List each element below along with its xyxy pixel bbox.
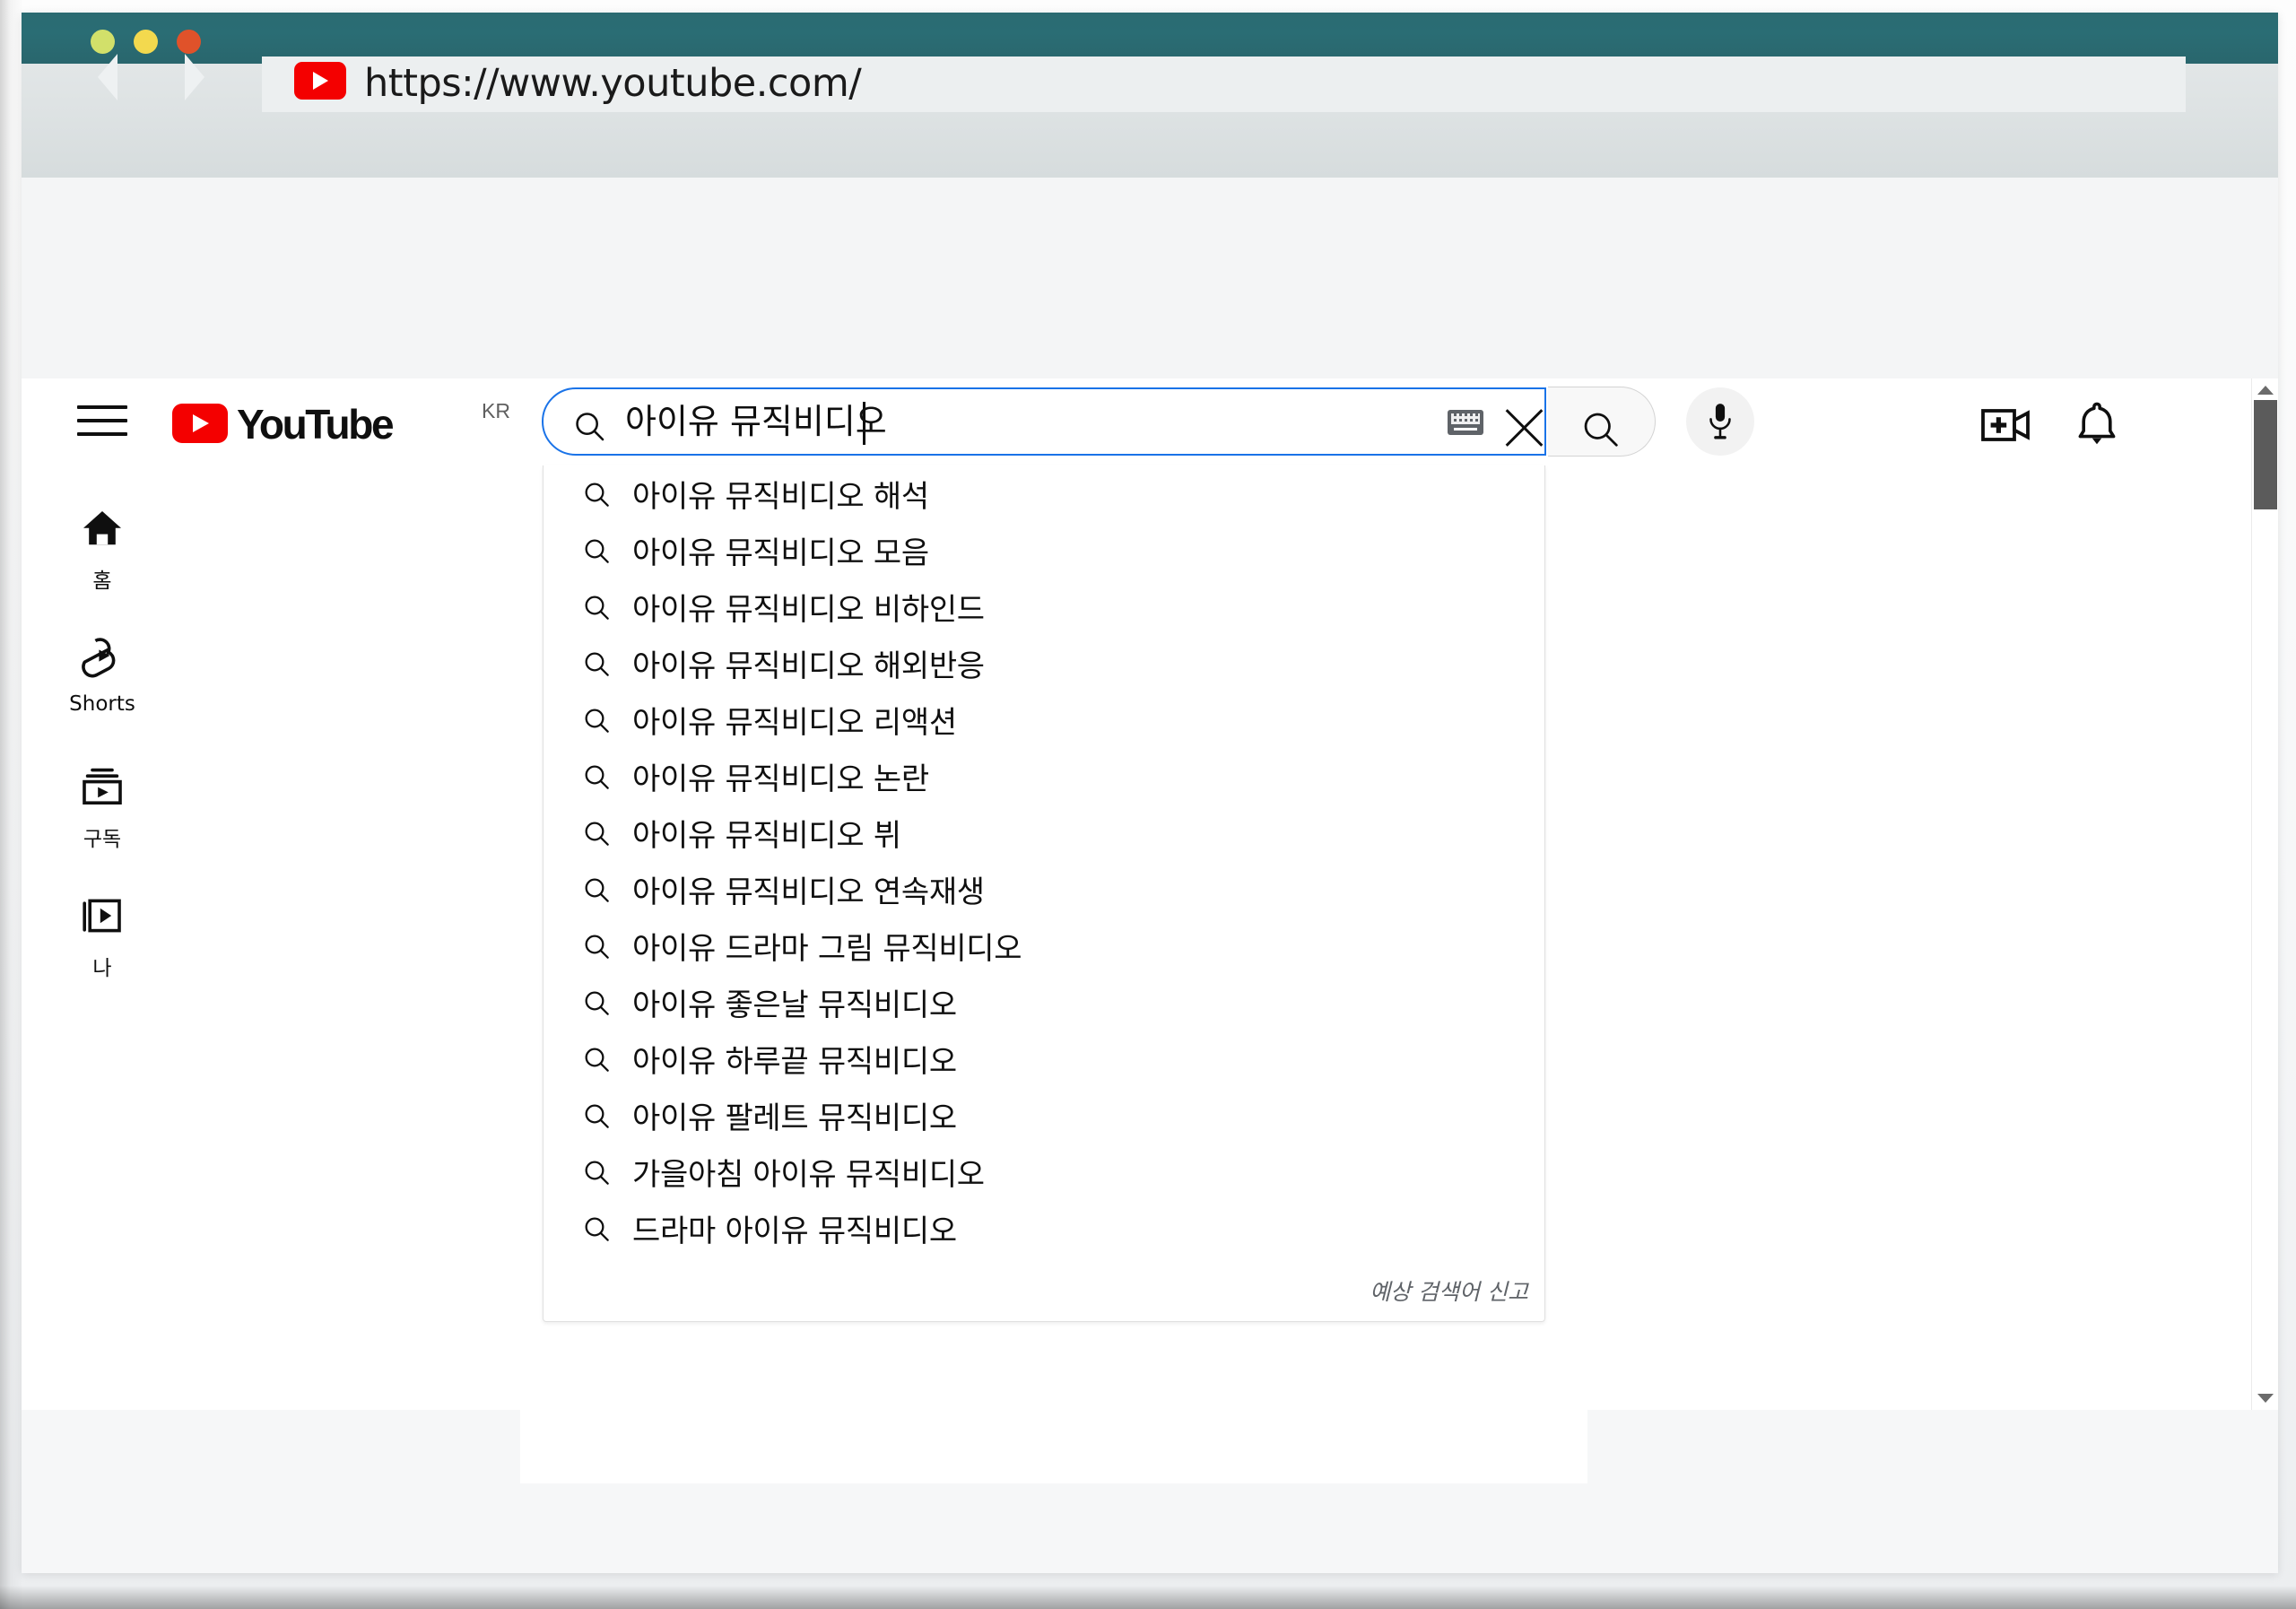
list-item[interactable]: 아이유 팔레트 뮤직비디오 (544, 1087, 1544, 1144)
sidebar-item-label: 구독 (83, 828, 122, 851)
search-icon (582, 875, 632, 904)
list-item[interactable]: 아이유 뮤직비디오 해석 (544, 465, 1544, 522)
suggestion-text: 아이유 팔레트 뮤직비디오 (632, 1100, 957, 1136)
list-item[interactable]: 아이유 뮤직비디오 해외반응 (544, 635, 1544, 691)
search-icon (582, 762, 632, 791)
suggestion-text: 아이유 하루끝 뮤직비디오 (632, 1044, 957, 1080)
report-suggestions-link[interactable]: 예상 검색어 신고 (1370, 1274, 1528, 1307)
youtube-favicon-icon (294, 62, 346, 100)
search-icon (582, 819, 632, 848)
sidebar: 홈 Shorts 구독 나 (48, 497, 156, 1013)
caret-down-icon[interactable] (2257, 1394, 2274, 1403)
suggestion-text: 아이유 좋은날 뮤직비디오 (632, 987, 957, 1023)
scrollbar-thumb[interactable] (2254, 400, 2277, 509)
subscriptions-icon (48, 755, 156, 818)
list-item[interactable]: 가을아침 아이유 뮤직비디오 (544, 1144, 1544, 1200)
search-icon (582, 536, 632, 565)
back-arrow-icon[interactable] (98, 54, 117, 100)
search-input-value: 아이유 뮤직비디오 (625, 402, 887, 441)
photo-edge-shadow-bottom (0, 1586, 2296, 1609)
suggestion-text: 아이유 뮤직비디오 해외반응 (632, 648, 985, 684)
screenshot-stage: https://www.youtube.com/ YouTube KR 아이유 … (0, 0, 2296, 1609)
youtube-logo-country: KR (482, 399, 510, 422)
search-icon (572, 409, 606, 443)
sidebar-item-label: 홈 (92, 570, 112, 593)
sidebar-item-home[interactable]: 홈 (48, 497, 156, 626)
list-item[interactable]: 드라마 아이유 뮤직비디오 (544, 1200, 1544, 1257)
sidebar-item-you[interactable]: 나 (48, 884, 156, 1013)
list-item[interactable]: 아이유 좋은날 뮤직비디오 (544, 974, 1544, 1031)
search-icon (582, 932, 632, 961)
you-library-icon (48, 884, 156, 947)
suggestion-text: 아이유 뮤직비디오 리액션 (632, 705, 957, 741)
sidebar-item-label: Shorts (69, 692, 135, 716)
sidebar-item-label: 나 (92, 957, 112, 980)
close-icon[interactable] (1501, 405, 1546, 450)
suggestion-text: 드라마 아이유 뮤직비디오 (632, 1213, 957, 1249)
search-suggestions-dropdown: 아이유 뮤직비디오 해석 아이유 뮤직비디오 모음 아이유 뮤직비디오 비하인드 (543, 465, 1545, 1322)
list-item[interactable]: 아이유 드라마 그림 뮤직비디오 (544, 918, 1544, 974)
search-icon (582, 1101, 632, 1130)
sidebar-item-subscriptions[interactable]: 구독 (48, 755, 156, 884)
list-item[interactable]: 아이유 뮤직비디오 리액션 (544, 691, 1544, 748)
window-button-yellow[interactable] (134, 30, 158, 54)
search-icon (582, 706, 632, 735)
photo-edge-shadow-left (0, 0, 23, 1609)
sidebar-item-shorts[interactable]: Shorts (48, 626, 156, 755)
suggestion-text: 아이유 뮤직비디오 연속재생 (632, 874, 985, 910)
search-icon (582, 649, 632, 678)
suggestion-text: 아이유 뮤직비디오 모음 (632, 535, 929, 571)
list-item[interactable]: 아이유 뮤직비디오 뷔 (544, 804, 1544, 861)
search-icon (1580, 409, 1620, 448)
window-button-green[interactable] (91, 30, 115, 54)
voice-search-button[interactable] (1686, 387, 1754, 456)
suggestion-text: 가을아침 아이유 뮤직비디오 (632, 1157, 985, 1193)
address-bar-url: https://www.youtube.com/ (364, 61, 862, 106)
browser-window: https://www.youtube.com/ YouTube KR 아이유 … (22, 13, 2278, 1573)
youtube-play-icon (172, 404, 228, 443)
shorts-icon (48, 626, 156, 689)
window-button-red[interactable] (177, 30, 201, 54)
hamburger-menu-icon[interactable] (77, 400, 127, 441)
suggestion-text: 아이유 뮤직비디오 해석 (632, 479, 929, 515)
search-icon (582, 1158, 632, 1187)
keyboard-icon[interactable] (1448, 410, 1483, 435)
microphone-icon (1705, 401, 1735, 442)
list-item[interactable]: 아이유 뮤직비디오 연속재생 (544, 861, 1544, 918)
list-item[interactable]: 아이유 뮤직비디오 논란 (544, 748, 1544, 804)
suggestion-text: 아이유 드라마 그림 뮤직비디오 (632, 931, 1022, 967)
search-icon (582, 1045, 632, 1074)
search-icon (582, 988, 632, 1017)
list-item[interactable]: 아이유 뮤직비디오 모음 (544, 522, 1544, 578)
caret-up-icon[interactable] (2257, 386, 2274, 395)
text-caret (863, 402, 865, 445)
suggestion-text: 아이유 뮤직비디오 논란 (632, 761, 929, 797)
suggestion-text: 아이유 뮤직비디오 뷔 (632, 818, 901, 854)
create-video-icon[interactable] (1981, 405, 2031, 445)
list-item[interactable]: 아이유 뮤직비디오 비하인드 (544, 578, 1544, 635)
forward-arrow-icon[interactable] (185, 54, 204, 100)
page-overflow-block (520, 1410, 1587, 1483)
list-item[interactable]: 아이유 하루끝 뮤직비디오 (544, 1031, 1544, 1087)
youtube-logo-text: YouTube (237, 401, 395, 448)
suggestion-text: 아이유 뮤직비디오 비하인드 (632, 592, 985, 628)
bell-icon[interactable] (2074, 400, 2120, 450)
search-icon (582, 593, 632, 622)
search-icon (582, 480, 632, 509)
search-icon (582, 1214, 632, 1243)
home-icon (48, 497, 156, 560)
viewport-top-band (22, 178, 2278, 378)
page-scrollbar[interactable] (2251, 378, 2278, 1410)
